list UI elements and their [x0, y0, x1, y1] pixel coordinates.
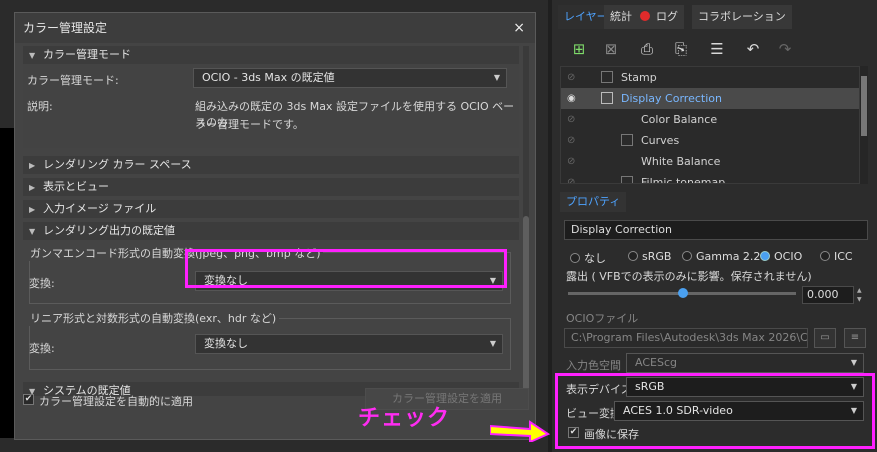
- white-balance-icon: [621, 155, 633, 167]
- section-input-image[interactable]: ▶ 入力イメージ ファイル: [23, 200, 519, 218]
- tab-collaboration[interactable]: コラボレーション: [692, 5, 792, 29]
- visibility-off-icon[interactable]: ⊘: [567, 151, 581, 172]
- radio-icc[interactable]: ICC: [820, 250, 853, 263]
- spinner-arrows-icon[interactable]: ▲ ▼: [857, 286, 867, 304]
- properties-header: プロパティ: [560, 192, 868, 212]
- section-display-view[interactable]: ▶ 表示とビュー: [23, 178, 519, 196]
- record-icon: [640, 11, 650, 21]
- annotation-text: チェック: [358, 406, 451, 431]
- gamma-convert-label: 変換:: [29, 277, 55, 290]
- layer-toolbar: ⊞ ⊠ ⎙ ⎘ ☰ ↶ ↷: [552, 34, 877, 64]
- auto-apply-label: カラー管理設定を自動的に適用: [39, 395, 193, 408]
- color-management-dialog: カラー管理設定 × ▼ カラー管理モード カラー管理モード: OCIO - 3ds…: [14, 12, 536, 440]
- add-layer-icon[interactable]: ⊞: [568, 38, 590, 60]
- auto-apply-checkbox[interactable]: ✔: [23, 394, 34, 405]
- scrollbar-thumb[interactable]: [861, 76, 867, 136]
- visibility-off-icon[interactable]: ⊘: [567, 172, 581, 183]
- layer-row[interactable]: ⊘ Stamp: [561, 67, 859, 88]
- chevron-right-icon: ▶: [29, 161, 36, 170]
- layer-row[interactable]: ◉ Display Correction: [561, 88, 859, 109]
- chevron-down-icon: ▼: [29, 227, 36, 236]
- linear-convert-dropdown[interactable]: 変換なし ▼: [195, 334, 503, 354]
- tab-stats[interactable]: 統計: [604, 5, 638, 29]
- scrollbar-thumb[interactable]: [523, 216, 529, 394]
- tab-log[interactable]: ログ: [634, 5, 684, 29]
- arrow-icon: [490, 420, 550, 442]
- slider-thumb[interactable]: [678, 288, 688, 298]
- section-color-mode[interactable]: ▼ カラー管理モード: [23, 46, 519, 64]
- layer-list-scrollbar[interactable]: [860, 66, 868, 184]
- ocio-path-field[interactable]: C:\Program Files\Autodesk\3ds Max 2026\C…: [564, 328, 808, 348]
- tonemap-icon: [621, 176, 633, 183]
- radio-none[interactable]: なし: [570, 250, 606, 266]
- ocio-file-label: OCIOファイル: [566, 312, 639, 325]
- exposure-value[interactable]: 0.000: [802, 286, 854, 304]
- linear-convert-label: 変換:: [29, 342, 55, 355]
- close-icon[interactable]: ×: [513, 13, 525, 43]
- exposure-slider[interactable]: [568, 288, 796, 298]
- visibility-off-icon[interactable]: ⊘: [567, 109, 581, 130]
- description-label: 説明:: [27, 100, 53, 113]
- radio-ocio[interactable]: OCIO: [760, 250, 802, 263]
- curve-icon: [601, 92, 613, 104]
- chevron-down-icon: ▼: [489, 339, 496, 348]
- screen: カラー管理設定 × ▼ カラー管理モード カラー管理モード: OCIO - 3ds…: [0, 0, 877, 452]
- eye-icon[interactable]: ◉: [567, 88, 581, 109]
- folder-icon[interactable]: ▭: [814, 328, 836, 348]
- visibility-off-icon[interactable]: ⊘: [567, 130, 581, 151]
- stamp-icon: [601, 71, 613, 83]
- mode-label: カラー管理モード:: [27, 74, 119, 87]
- list-icon[interactable]: ≡: [844, 328, 866, 348]
- input-space-dropdown[interactable]: ACEScg ▼: [626, 353, 864, 373]
- dialog-scrollbar[interactable]: [523, 46, 529, 396]
- layer-row[interactable]: ⊘ Color Balance: [561, 109, 859, 130]
- mode-panel: カラー管理モード: OCIO - 3ds Max の既定値 ▼ 説明: 組み込みの…: [23, 64, 519, 148]
- mode-dropdown[interactable]: OCIO - 3ds Max の既定値 ▼: [193, 68, 507, 88]
- radio-srgb[interactable]: sRGB: [628, 250, 671, 263]
- layer-row[interactable]: ⊘ Curves: [561, 130, 859, 151]
- chevron-down-icon: ▼: [493, 73, 500, 82]
- linear-group-title: リニア形式と対数形式の自動変換(exr、hdr など): [27, 310, 280, 326]
- radio-selected-icon: [760, 251, 770, 261]
- radio-gamma[interactable]: Gamma 2.2: [682, 250, 760, 263]
- balance-icon: [621, 113, 633, 125]
- chevron-down-icon: ▼: [29, 51, 36, 60]
- viewport-edge: [0, 128, 14, 438]
- layer-row[interactable]: ⊘ Filmic tonemap: [561, 172, 859, 183]
- radio-icon: [820, 251, 830, 261]
- radio-icon: [682, 251, 692, 261]
- layer-name-field[interactable]: Display Correction: [564, 220, 868, 240]
- description-line2: ラー管理モードです。: [195, 118, 304, 131]
- section-render-space[interactable]: ▶ レンダリング カラー スペース: [23, 156, 519, 174]
- tab-properties[interactable]: プロパティ: [560, 192, 627, 212]
- chevron-right-icon: ▶: [29, 205, 36, 214]
- section-render-output[interactable]: ▼ レンダリング出力の既定値: [23, 222, 519, 240]
- dialog-title: カラー管理設定: [15, 13, 535, 43]
- layer-list: ⊘ Stamp ◉ Display Correction ⊘ Color Balanc…: [560, 66, 860, 184]
- chevron-right-icon: ▶: [29, 183, 36, 192]
- load-layers-icon[interactable]: ⎘: [670, 38, 692, 60]
- redo-icon[interactable]: ↷: [774, 38, 796, 60]
- undo-icon[interactable]: ↶: [742, 38, 764, 60]
- list-icon[interactable]: ☰: [706, 38, 728, 60]
- visibility-off-icon[interactable]: ⊘: [567, 67, 581, 88]
- highlight-box: [185, 249, 507, 288]
- layer-row[interactable]: ⊘ White Balance: [561, 151, 859, 172]
- highlight-box: [555, 373, 875, 449]
- chevron-down-icon: ▼: [850, 358, 857, 367]
- panel-tabs: レイヤー 統計 ログ コラボレーション: [552, 5, 877, 29]
- radio-icon: [570, 253, 580, 263]
- delete-layer-icon[interactable]: ⊠: [600, 38, 622, 60]
- input-space-label: 入力色空間: [566, 359, 621, 372]
- radio-icon: [628, 251, 638, 261]
- curve-icon: [621, 134, 633, 146]
- settings-scroll-area: ▼ カラー管理モード カラー管理モード: OCIO - 3ds Max の既定値 ▼…: [23, 46, 523, 396]
- exposure-label: 露出 ( VFBでの表示のみに影響。保存されません): [566, 270, 812, 283]
- save-layers-icon[interactable]: ⎙: [636, 38, 658, 60]
